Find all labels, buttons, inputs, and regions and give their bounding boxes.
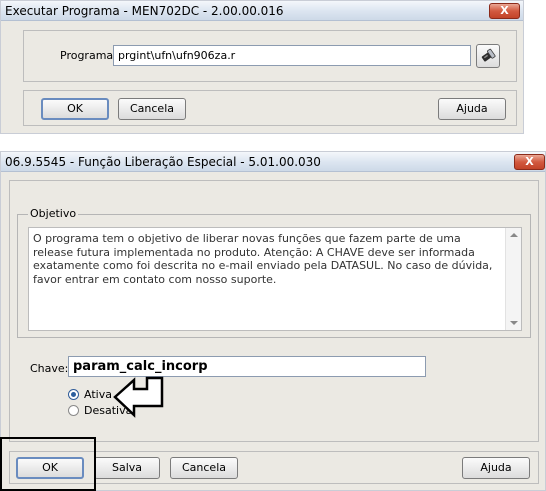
radio-desativa-circle[interactable] (68, 405, 79, 416)
ok-button[interactable]: OK (41, 98, 109, 120)
scroll-up-arrow-icon[interactable] (510, 233, 518, 237)
key-input[interactable]: param_calc_incorp (68, 356, 426, 377)
titlebar[interactable]: Executar Programa - MEN702DC - 2.00.00.0… (1, 1, 523, 21)
objective-text: O programa tem o objetivo de liberar nov… (33, 232, 493, 286)
titlebar[interactable]: 06.9.5545 - Função Liberação Especial - … (1, 152, 545, 172)
vertical-scrollbar[interactable] (505, 228, 521, 330)
help-button[interactable]: Ajuda (438, 98, 506, 120)
objective-group: Objetivo O programa tem o objetivo de li… (17, 207, 531, 338)
window-title: Executar Programa - MEN702DC - 2.00.00.0… (5, 4, 284, 18)
radio-ativa-label: Ativa (84, 388, 112, 401)
main-panel: Objetivo O programa tem o objetivo de li… (9, 180, 539, 442)
close-button[interactable]: X (514, 154, 545, 170)
window-title: 06.9.5545 - Função Liberação Especial - … (5, 155, 321, 169)
objective-legend: Objetivo (28, 207, 79, 220)
cancel-button[interactable]: Cancela (118, 98, 186, 120)
scroll-down-arrow-icon[interactable] (510, 321, 518, 325)
radio-selected-dot (71, 392, 76, 397)
program-panel: Programa: prgint\ufn\ufn906za.r (23, 30, 517, 82)
save-button[interactable]: Salva (94, 457, 160, 479)
cancel-button[interactable]: Cancela (170, 457, 238, 479)
executar-programa-dialog: Executar Programa - MEN702DC - 2.00.00.0… (0, 0, 524, 134)
help-button[interactable]: Ajuda (462, 457, 530, 479)
annotation-arrow-icon (113, 376, 164, 418)
key-label: Chave: (30, 362, 69, 375)
flashlight-icon (481, 48, 496, 62)
program-input[interactable]: prgint\ufn\ufn906za.r (113, 45, 471, 66)
button-panel: OK Cancela Ajuda (23, 90, 517, 126)
annotation-highlight-box (0, 437, 96, 491)
objective-textarea[interactable]: O programa tem o objetivo de liberar nov… (28, 227, 522, 331)
browse-button[interactable] (476, 44, 500, 68)
radio-ativa-circle[interactable] (68, 389, 79, 400)
close-button[interactable]: X (489, 3, 520, 19)
program-label: Programa: (60, 49, 117, 62)
